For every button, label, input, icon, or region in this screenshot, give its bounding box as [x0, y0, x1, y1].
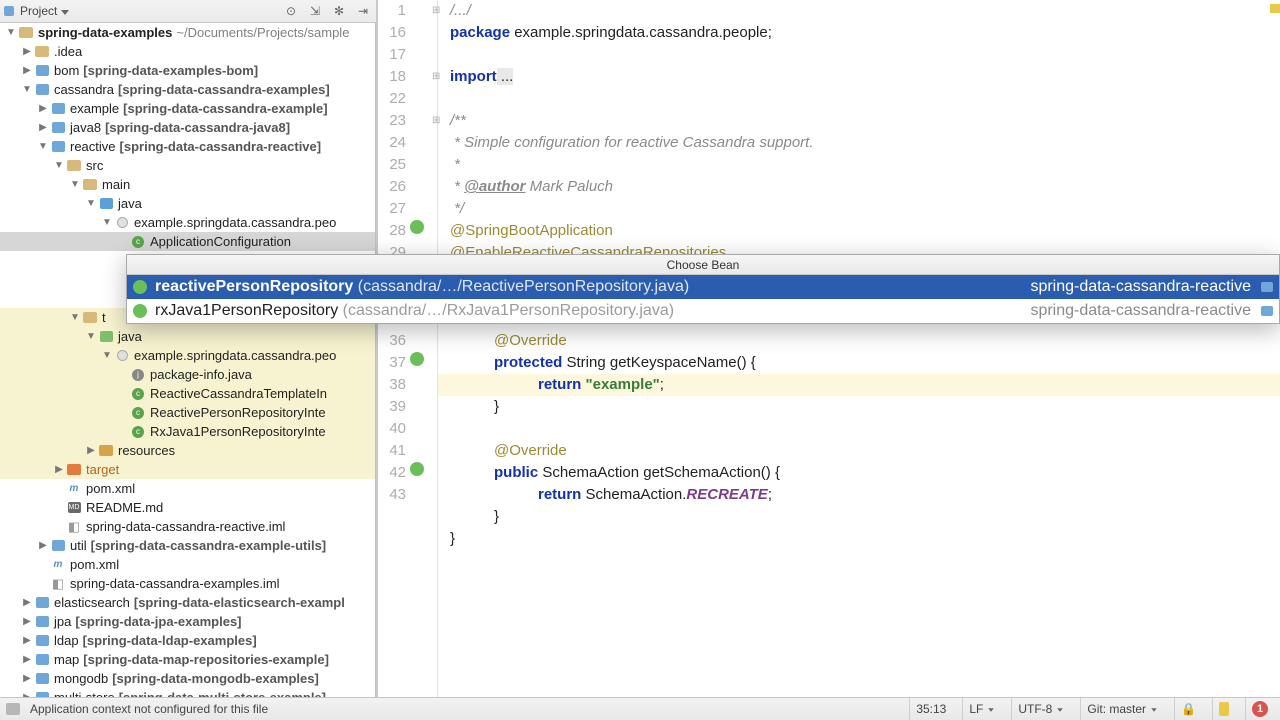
line-number[interactable]: 1	[378, 0, 406, 22]
tree-item-iml2[interactable]: ▶◧ spring-data-cassandra-examples.iml	[0, 574, 375, 593]
tree-item-src[interactable]: ▼ src	[0, 156, 375, 175]
line-number[interactable]: 25	[378, 154, 406, 176]
line-number[interactable]: 38	[378, 374, 406, 396]
override-gutter-icon[interactable]	[410, 352, 424, 366]
scroll-from-source-icon[interactable]: ⊙	[282, 2, 300, 20]
line-number[interactable]: 42	[378, 462, 406, 484]
tree-item-pkginfo[interactable]: ▶j package-info.java	[0, 365, 375, 384]
tree-item-main[interactable]: ▼ main	[0, 175, 375, 194]
line-number[interactable]: 41	[378, 440, 406, 462]
module-icon	[1261, 282, 1273, 292]
tree-item-java2[interactable]: ▼ java	[0, 327, 375, 346]
tree-item-iml[interactable]: ▶◧ spring-data-cassandra-reactive.iml	[0, 517, 375, 536]
code-editor[interactable]: 1161718222324252627282933343536373839404…	[376, 0, 1280, 697]
override-gutter-icon[interactable]	[410, 220, 424, 234]
line-number[interactable]: 18	[378, 66, 406, 88]
tree-item-pkg[interactable]: ▼ example.springdata.cassandra.peo	[0, 213, 375, 232]
lock-icon[interactable]: 🔒	[1174, 698, 1202, 720]
bean-location: (cassandra/…/RxJava1PersonRepository.jav…	[343, 302, 674, 320]
tree-item-pkg2[interactable]: ▼ example.springdata.cassandra.peo	[0, 346, 375, 365]
tree-item-rcti[interactable]: ▶c ReactiveCassandraTemplateIn	[0, 384, 375, 403]
collapse-all-icon[interactable]: ⇲	[306, 2, 324, 20]
bean-module: spring-data-cassandra-reactive	[1030, 302, 1255, 320]
line-number[interactable]: 17	[378, 44, 406, 66]
tree-suffix: ~/Documents/Projects/sample	[176, 25, 349, 40]
project-toolbar: Project ⊙ ⇲ ✻ ⇥	[0, 0, 376, 23]
tree-item-pom[interactable]: ▶m pom.xml	[0, 479, 375, 498]
code-area[interactable]: /.../ package example.springdata.cassand…	[438, 0, 1280, 697]
override-gutter-icon[interactable]	[410, 462, 424, 476]
tree-item-java[interactable]: ▼ java	[0, 194, 375, 213]
tree-item-example[interactable]: ▶ example [spring-data-cassandra-example…	[0, 99, 375, 118]
line-number[interactable]: 37	[378, 352, 406, 374]
line-number[interactable]: 24	[378, 132, 406, 154]
project-view-label: Project	[20, 4, 57, 18]
status-message: Application context not configured for t…	[30, 702, 899, 716]
tree-item-multi[interactable]: ▶ multi-store [spring-data-multi-store-e…	[0, 688, 375, 697]
hide-icon[interactable]: ⇥	[354, 2, 372, 20]
line-number[interactable]: 23	[378, 110, 406, 132]
tree-item-java8[interactable]: ▶ java8 [spring-data-cassandra-java8]	[0, 118, 375, 137]
popup-option-reactive[interactable]: reactivePersonRepository (cassandra/…/Re…	[127, 275, 1279, 299]
project-icon	[4, 6, 14, 16]
tree-item-readme[interactable]: ▶MD README.md	[0, 498, 375, 517]
tree-item-cassandra[interactable]: ▼ cassandra [spring-data-cassandra-examp…	[0, 80, 375, 99]
line-number[interactable]: 28	[378, 220, 406, 242]
tree-item-resources[interactable]: ▶ resources	[0, 441, 375, 460]
project-view-dropdown[interactable]: Project	[20, 4, 69, 18]
line-number[interactable]: 40	[378, 418, 406, 440]
gear-icon[interactable]: ✻	[330, 2, 348, 20]
caret-position[interactable]: 35:13	[909, 698, 952, 720]
line-number[interactable]: 27	[378, 198, 406, 220]
file-encoding[interactable]: UTF-8	[1011, 698, 1070, 720]
line-ending[interactable]: LF	[962, 698, 1001, 720]
tree-item-appconfig[interactable]: ▶c ApplicationConfiguration	[0, 232, 375, 251]
line-number[interactable]: 43	[378, 484, 406, 506]
git-branch[interactable]: Git: master	[1080, 698, 1164, 720]
line-number[interactable]: 16	[378, 22, 406, 44]
choose-bean-popup: Choose Bean reactivePersonRepository (ca…	[126, 254, 1280, 324]
tree-item-ldap[interactable]: ▶ ldap [spring-data-ldap-examples]	[0, 631, 375, 650]
tree-root[interactable]: ▼ spring-data-examples ~/Documents/Proje…	[0, 23, 375, 42]
tree-item-target[interactable]: ▶ target	[0, 460, 375, 479]
tree-item-elastic[interactable]: ▶ elasticsearch [spring-data-elasticsear…	[0, 593, 375, 612]
code-line: /.../	[450, 2, 471, 19]
tree-item-rpri[interactable]: ▶c ReactivePersonRepositoryInte	[0, 403, 375, 422]
bean-location: (cassandra/…/ReactivePersonRepository.ja…	[358, 278, 689, 296]
inspection-indicator[interactable]	[1212, 698, 1235, 720]
status-bar: Application context not configured for t…	[0, 697, 1280, 720]
tree-item-idea[interactable]: ▶ .idea	[0, 42, 375, 61]
bean-icon	[133, 304, 147, 318]
tree-item-jpa[interactable]: ▶ jpa [spring-data-jpa-examples]	[0, 612, 375, 631]
bean-name: rxJava1PersonRepository	[155, 302, 338, 320]
bean-name: reactivePersonRepository	[155, 278, 353, 296]
popup-option-rxjava[interactable]: rxJava1PersonRepository (cassandra/…/RxJ…	[127, 299, 1279, 323]
line-number[interactable]: 26	[378, 176, 406, 198]
error-count[interactable]: 1	[1245, 698, 1274, 720]
tree-item-mongodb[interactable]: ▶ mongodb [spring-data-mongodb-examples]	[0, 669, 375, 688]
project-tree[interactable]: ▼ spring-data-examples ~/Documents/Proje…	[0, 23, 376, 697]
module-icon	[1261, 306, 1273, 316]
tree-item-map[interactable]: ▶ map [spring-data-map-repositories-exam…	[0, 650, 375, 669]
status-icon[interactable]	[6, 703, 20, 715]
tree-item-util[interactable]: ▶ util [spring-data-cassandra-example-ut…	[0, 536, 375, 555]
popup-title: Choose Bean	[127, 255, 1279, 275]
line-number[interactable]: 39	[378, 396, 406, 418]
tree-item-reactive[interactable]: ▼ reactive [spring-data-cassandra-reacti…	[0, 137, 375, 156]
expand-toggle[interactable]: ▼	[6, 27, 16, 38]
bean-module: spring-data-cassandra-reactive	[1030, 278, 1255, 296]
tree-label: spring-data-examples	[38, 25, 172, 40]
tree-item-bom[interactable]: ▶ bom [spring-data-examples-bom]	[0, 61, 375, 80]
editor-gutter[interactable]: 1161718222324252627282933343536373839404…	[378, 0, 438, 697]
tree-item-pom2[interactable]: ▶m pom.xml	[0, 555, 375, 574]
bean-icon	[133, 280, 147, 294]
tree-item-rxpri[interactable]: ▶c RxJava1PersonRepositoryInte	[0, 422, 375, 441]
line-number[interactable]: 36	[378, 330, 406, 352]
line-number[interactable]: 22	[378, 88, 406, 110]
chevron-down-icon	[61, 4, 69, 18]
